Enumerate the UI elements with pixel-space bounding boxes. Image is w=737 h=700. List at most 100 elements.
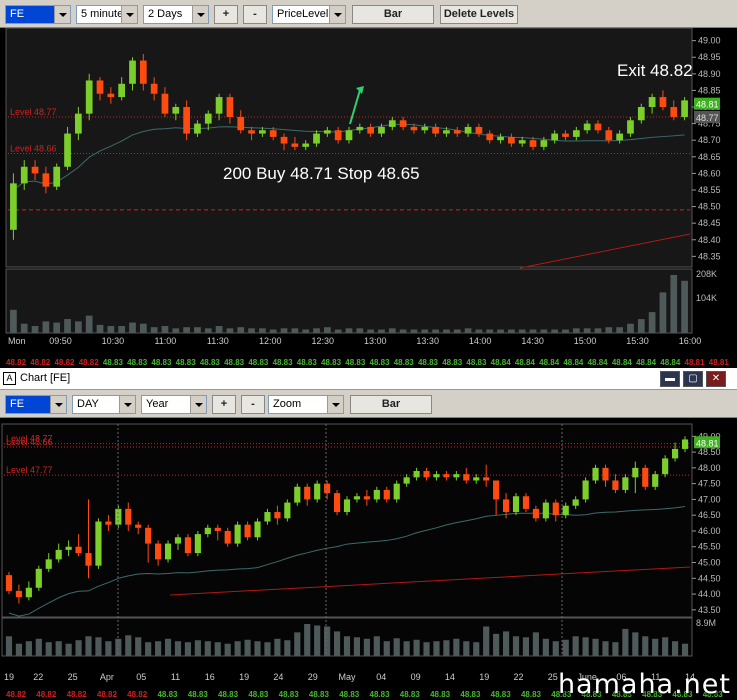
- candle-body: [55, 549, 62, 560]
- candle-body: [269, 130, 277, 137]
- zoom-in-button[interactable]: +: [214, 5, 238, 24]
- candle-body: [551, 133, 559, 141]
- chevron-down-icon[interactable]: [121, 6, 137, 23]
- bid-ask-quote: 48.84: [612, 358, 633, 367]
- y-tick-label: 48.35: [698, 251, 721, 261]
- chevron-down-icon[interactable]: [54, 6, 70, 23]
- bid-ask-quote: 48.83: [248, 690, 269, 699]
- candle-body: [648, 97, 656, 108]
- candle-body: [226, 97, 234, 117]
- close-icon[interactable]: ✕: [706, 371, 726, 387]
- chevron-down-icon[interactable]: [192, 6, 208, 23]
- maximize-icon[interactable]: ▢: [683, 371, 703, 387]
- bar-button[interactable]: Bar: [352, 5, 434, 24]
- candle-body: [532, 508, 539, 519]
- candle-body: [105, 521, 112, 525]
- range-select[interactable]: 2 Days: [143, 5, 209, 24]
- x-tick-label: 13:30: [416, 336, 439, 346]
- x-tick-label: 12:30: [312, 336, 335, 346]
- volume-tick-label: 8.9M: [696, 618, 716, 628]
- candle-body: [10, 183, 17, 230]
- candle-body: [244, 524, 251, 538]
- bar-button-2[interactable]: Bar: [350, 395, 432, 414]
- zoom-select[interactable]: Zoom: [268, 395, 344, 414]
- chevron-down-icon[interactable]: [327, 396, 343, 413]
- zoom-in-button-2[interactable]: +: [212, 395, 236, 414]
- symbol-select[interactable]: FE: [5, 5, 71, 24]
- chevron-down-icon[interactable]: [329, 6, 345, 23]
- bid-ask-quote: 48.83: [127, 358, 148, 367]
- candle-body: [681, 439, 689, 449]
- volume-bar: [284, 640, 291, 656]
- chevron-down-icon[interactable]: [190, 396, 206, 413]
- volume-bar: [662, 637, 669, 656]
- bid-ask-quote: 48.84: [491, 358, 512, 367]
- bid-ask-quote: 48.84: [660, 358, 681, 367]
- volume-bar: [214, 642, 221, 656]
- volume-bar: [237, 327, 245, 333]
- volume-bar: [388, 328, 396, 333]
- volume-bar: [592, 638, 599, 656]
- minimize-icon[interactable]: ▬: [660, 371, 680, 387]
- study-select[interactable]: PriceLevel: [272, 5, 346, 24]
- volume-bar: [594, 328, 602, 333]
- candle-body: [502, 499, 510, 513]
- candle-body: [670, 107, 678, 117]
- candle-body: [224, 530, 231, 544]
- x-tick-label: Mon: [8, 336, 26, 346]
- volume-bar: [85, 315, 93, 333]
- bid-ask-quote: 48.83: [279, 690, 300, 699]
- volume-bar: [363, 638, 370, 656]
- candle-body: [139, 60, 147, 84]
- candle-body: [291, 143, 299, 147]
- volume-bar: [353, 637, 361, 656]
- intraday-chart[interactable]: 49.0048.9548.9048.8548.8048.7548.7048.65…: [0, 28, 737, 368]
- volume-bar: [670, 275, 678, 333]
- bid-ask-quote: 48.83: [491, 690, 512, 699]
- candle-body: [383, 489, 390, 500]
- volume-bar: [612, 642, 619, 656]
- chevron-down-icon[interactable]: [119, 396, 135, 413]
- bid-ask-quote: 48.83: [200, 358, 221, 367]
- candle-body: [413, 471, 420, 478]
- volume-bar: [204, 328, 212, 333]
- candle-body: [605, 130, 613, 141]
- zoom-out-button-2[interactable]: -: [241, 395, 265, 414]
- delete-levels-button[interactable]: Delete Levels: [440, 5, 518, 24]
- candle-body: [35, 568, 42, 588]
- volume-bar: [582, 637, 589, 656]
- volume-bar: [135, 637, 142, 656]
- zoom-out-button[interactable]: -: [243, 5, 267, 24]
- y-tick-label: 48.95: [698, 52, 721, 62]
- bid-ask-quote: 48.83: [309, 690, 330, 699]
- x-tick-label: 19: [479, 672, 489, 682]
- volume-bar: [25, 641, 32, 656]
- candle-body: [183, 107, 190, 134]
- interval-select[interactable]: 5 minutes: [76, 5, 138, 24]
- volume-bar: [562, 639, 569, 656]
- bid-ask-quote: 48.83: [103, 358, 124, 367]
- volume-bar: [15, 643, 22, 656]
- volume-bar: [107, 326, 115, 333]
- daily-chart[interactable]: 49.0048.5048.0047.5047.0046.5046.0045.50…: [0, 418, 737, 700]
- zoom-value: Zoom: [273, 398, 302, 410]
- candle-body: [622, 477, 629, 490]
- volume-bar: [403, 641, 410, 656]
- x-tick-label: 05: [136, 672, 146, 682]
- bid-ask-quote: 48.82: [127, 690, 148, 699]
- volume-bar: [463, 641, 470, 656]
- bid-ask-quote: 48.81: [709, 358, 730, 367]
- volume-bar: [497, 329, 504, 333]
- volume-bar: [681, 643, 689, 656]
- interval-select-2[interactable]: DAY: [72, 395, 136, 414]
- bid-ask-quote: 48.83: [218, 690, 239, 699]
- symbol-select-2[interactable]: FE: [5, 395, 67, 414]
- volume-bar: [313, 328, 320, 333]
- candle-body: [421, 126, 429, 131]
- chevron-down-icon[interactable]: [50, 396, 66, 413]
- volume-bar: [55, 641, 62, 656]
- range-select-2[interactable]: Year: [141, 395, 207, 414]
- last-price-label: 48.81: [696, 438, 719, 448]
- candle-body: [475, 126, 483, 134]
- volume-bar: [583, 328, 591, 333]
